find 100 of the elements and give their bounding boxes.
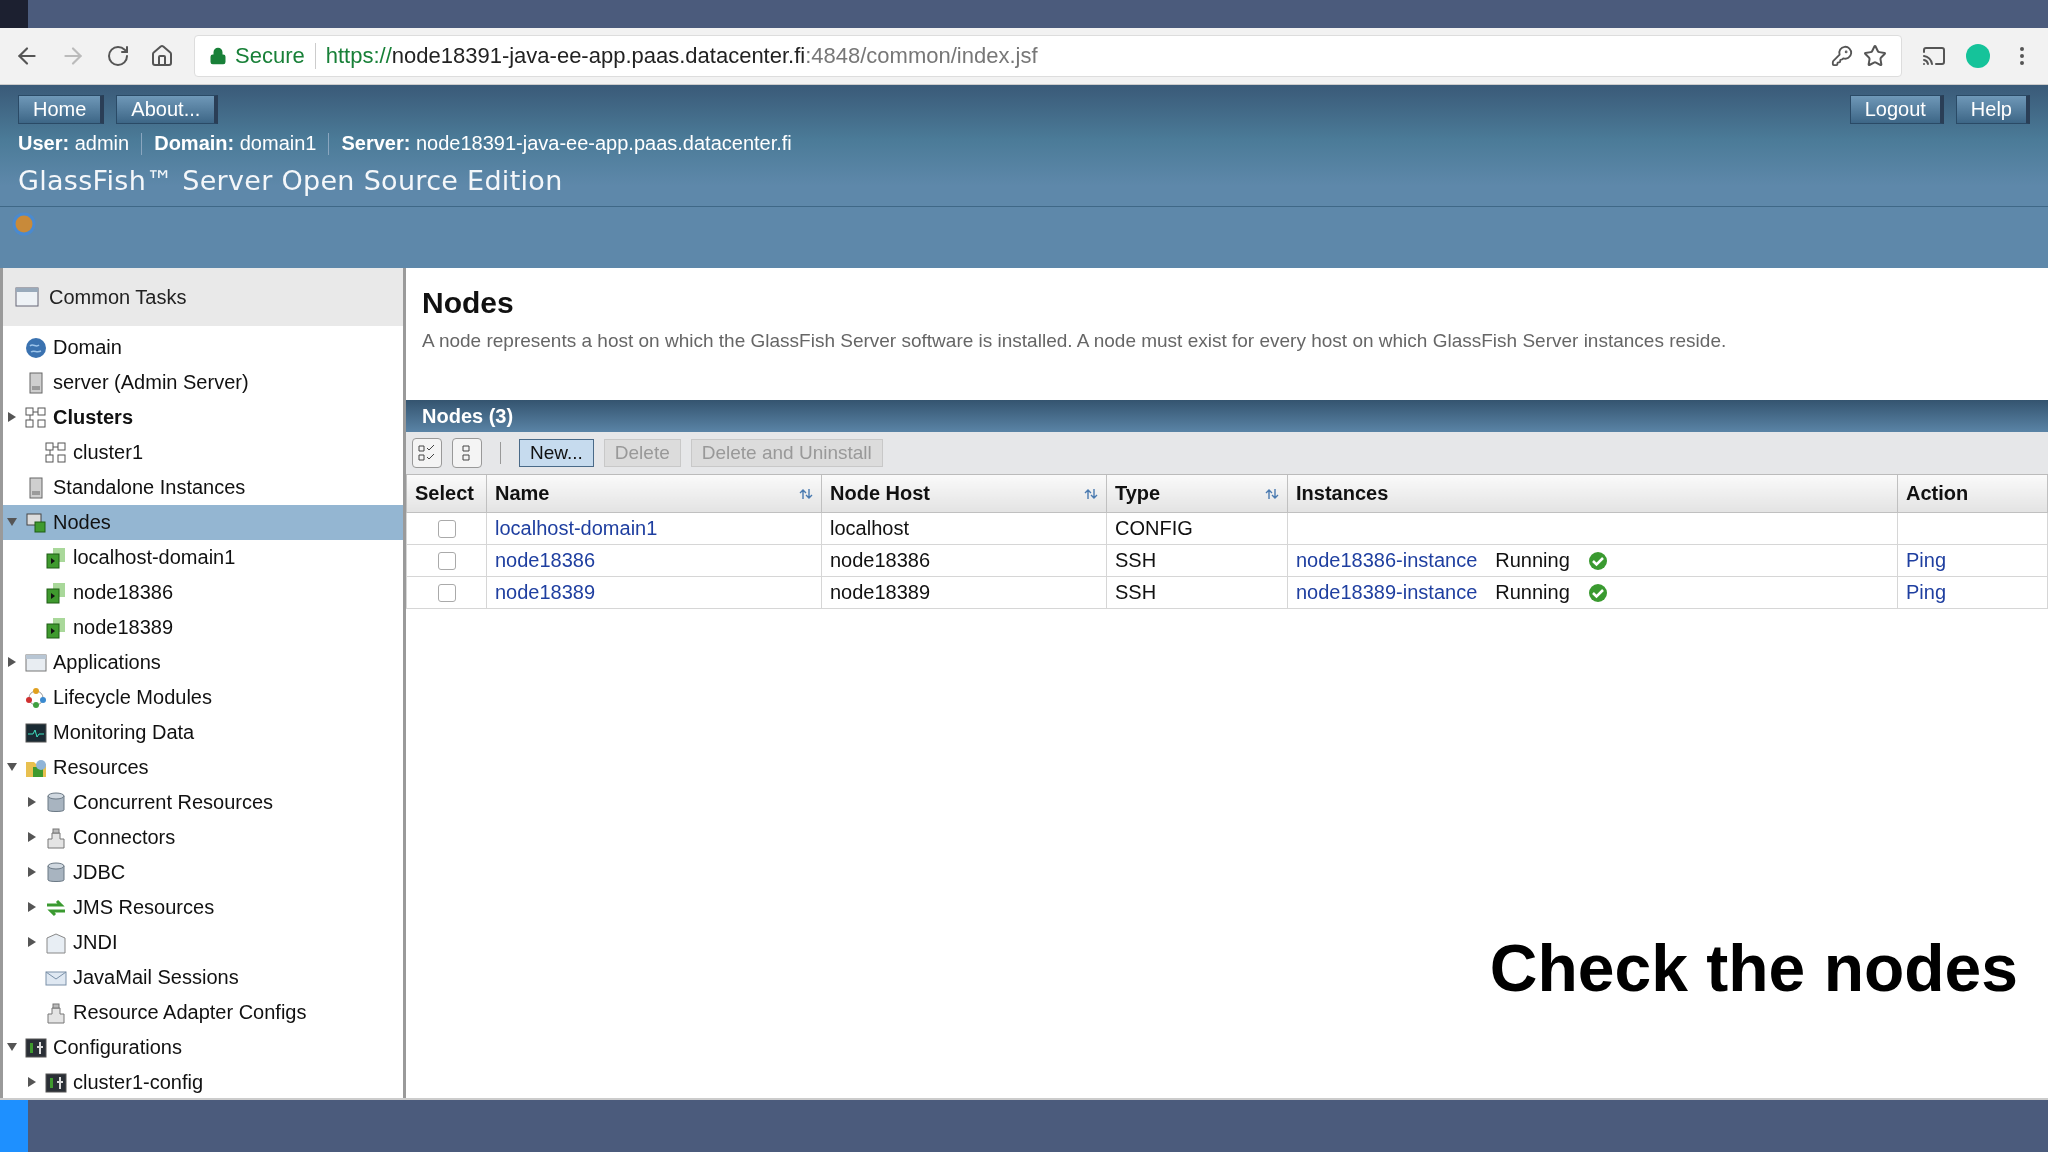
check-circle-icon xyxy=(1587,582,1608,603)
table-cell: SSH xyxy=(1115,581,1157,603)
lifecycle-icon xyxy=(25,686,47,709)
tree-item[interactable]: JNDI xyxy=(3,925,403,960)
expand-arrow-icon[interactable] xyxy=(27,796,37,807)
window-icon xyxy=(25,651,47,674)
tree-item[interactable]: Resource Adapter Configs xyxy=(3,995,403,1030)
tree-item[interactable]: Clusters xyxy=(3,400,403,435)
bookmark-star-icon[interactable] xyxy=(1863,44,1887,68)
computer-icon xyxy=(25,511,47,534)
row-checkbox[interactable] xyxy=(437,583,456,602)
config-icon xyxy=(25,1036,47,1059)
sort-icon[interactable] xyxy=(1265,487,1279,500)
tree-item[interactable]: server (Admin Server) xyxy=(3,365,403,400)
instance-link[interactable]: node18389-instance xyxy=(1296,581,1478,604)
globe-icon xyxy=(25,336,47,359)
info-text: User: admin xyxy=(18,132,130,155)
status-text: Running xyxy=(1495,581,1570,604)
tree-item[interactable]: Configurations xyxy=(3,1030,403,1065)
node-icon xyxy=(45,616,67,639)
tree-item[interactable]: Resources xyxy=(3,750,403,785)
column-header: Action xyxy=(1897,475,2048,513)
instance-link[interactable]: node18386-instance xyxy=(1296,549,1478,572)
tree-item[interactable]: node18386 xyxy=(3,575,403,610)
tree-item[interactable]: Domain xyxy=(3,330,403,365)
tree-item[interactable]: Nodes xyxy=(3,505,403,540)
tree-item[interactable]: localhost-domain1 xyxy=(3,540,403,575)
column-header: Select xyxy=(406,475,487,513)
monitor-icon xyxy=(25,721,47,744)
header-button[interactable]: About... xyxy=(116,95,219,124)
check-circle-icon xyxy=(1587,550,1608,571)
tree-item[interactable]: JMS Resources xyxy=(3,890,403,925)
info-text: Domain: domain1 xyxy=(154,132,317,155)
connector-icon xyxy=(45,1001,67,1024)
tree-item[interactable]: cluster1-config xyxy=(3,1065,403,1098)
node-icon xyxy=(45,546,67,569)
tree-item[interactable]: cluster1 xyxy=(3,435,403,470)
status-text: Running xyxy=(1495,549,1570,572)
home-icon[interactable] xyxy=(150,44,174,68)
column-header[interactable]: Node Host xyxy=(821,475,1107,513)
header-button[interactable]: Home xyxy=(18,95,105,124)
row-checkbox[interactable] xyxy=(437,551,456,570)
column-header[interactable]: Name xyxy=(486,475,822,513)
security-label: Secure xyxy=(235,43,305,69)
tree-item[interactable]: Connectors xyxy=(3,820,403,855)
expand-arrow-icon[interactable] xyxy=(27,901,37,912)
column-header[interactable]: Type xyxy=(1106,475,1288,513)
url-text: https://node18391-java-ee-app.paas.datacenter.fi:4848/common/index.jsf xyxy=(325,43,1038,69)
corner-block xyxy=(0,1100,28,1152)
key-icon[interactable] xyxy=(1831,45,1853,67)
column-header: Instances xyxy=(1287,475,1898,513)
select-all-button[interactable] xyxy=(412,438,442,468)
collapse-arrow-icon[interactable] xyxy=(7,516,17,527)
video-caption: Check the nodes xyxy=(1489,930,2018,1006)
tree-item[interactable]: Lifecycle Modules xyxy=(3,680,403,715)
ping-link[interactable]: Ping xyxy=(1906,581,1947,603)
expand-arrow-icon[interactable] xyxy=(27,936,37,947)
table-cell: node18389 xyxy=(830,581,931,603)
tree-item[interactable]: Concurrent Resources xyxy=(3,785,403,820)
expand-arrow-icon[interactable] xyxy=(27,1076,37,1087)
ping-link[interactable]: Ping xyxy=(1906,549,1947,571)
collapse-arrow-icon[interactable] xyxy=(7,1041,17,1052)
checklist-icon xyxy=(418,444,436,462)
expand-arrow-icon[interactable] xyxy=(27,831,37,842)
tree-item[interactable]: JDBC xyxy=(3,855,403,890)
expand-arrow-icon[interactable] xyxy=(27,866,37,877)
database-icon xyxy=(45,791,67,814)
sort-icon[interactable] xyxy=(1084,487,1098,500)
tree-item[interactable]: Standalone Instances xyxy=(3,470,403,505)
table-cell: localhost xyxy=(830,517,909,539)
header-button[interactable]: Logout xyxy=(1849,95,1944,124)
tree-item[interactable]: JavaMail Sessions xyxy=(3,960,403,995)
toolbar-button[interactable]: New... xyxy=(519,439,594,467)
lock-icon xyxy=(209,47,227,65)
table-cell: CONFIG xyxy=(1115,517,1193,539)
deselect-all-button[interactable] xyxy=(452,438,482,468)
sidebar-title: Common Tasks xyxy=(49,285,187,309)
expand-arrow-icon[interactable] xyxy=(7,411,17,422)
cast-icon[interactable] xyxy=(1922,44,1946,68)
reload-icon[interactable] xyxy=(106,44,130,68)
tree-item[interactable]: Applications xyxy=(3,645,403,680)
header-button[interactable]: Help xyxy=(1955,95,2030,124)
table-cell: node18386 xyxy=(830,549,931,571)
corner-block xyxy=(0,0,28,28)
node-icon xyxy=(45,581,67,604)
database-icon xyxy=(45,861,67,884)
collapse-arrow-icon[interactable] xyxy=(7,761,17,772)
expand-arrow-icon[interactable] xyxy=(7,656,17,667)
tree-item[interactable]: Monitoring Data xyxy=(3,715,403,750)
sort-icon[interactable] xyxy=(799,487,813,500)
row-checkbox[interactable] xyxy=(437,519,456,538)
tree-item[interactable]: node18389 xyxy=(3,610,403,645)
table-cell: SSH xyxy=(1115,549,1157,571)
connector-icon xyxy=(45,826,67,849)
window-icon xyxy=(15,287,39,307)
info-text: Server: node18391-java-ee-app.paas.datacenter.fi xyxy=(341,132,792,155)
page-title: Nodes xyxy=(422,286,515,320)
cluster-icon xyxy=(45,441,67,464)
address-bar[interactable]: Secure https://node18391-java-ee-app.paas.datacenter.fi:4848/common/index.jsf xyxy=(194,35,1902,77)
config-icon xyxy=(45,1071,67,1094)
